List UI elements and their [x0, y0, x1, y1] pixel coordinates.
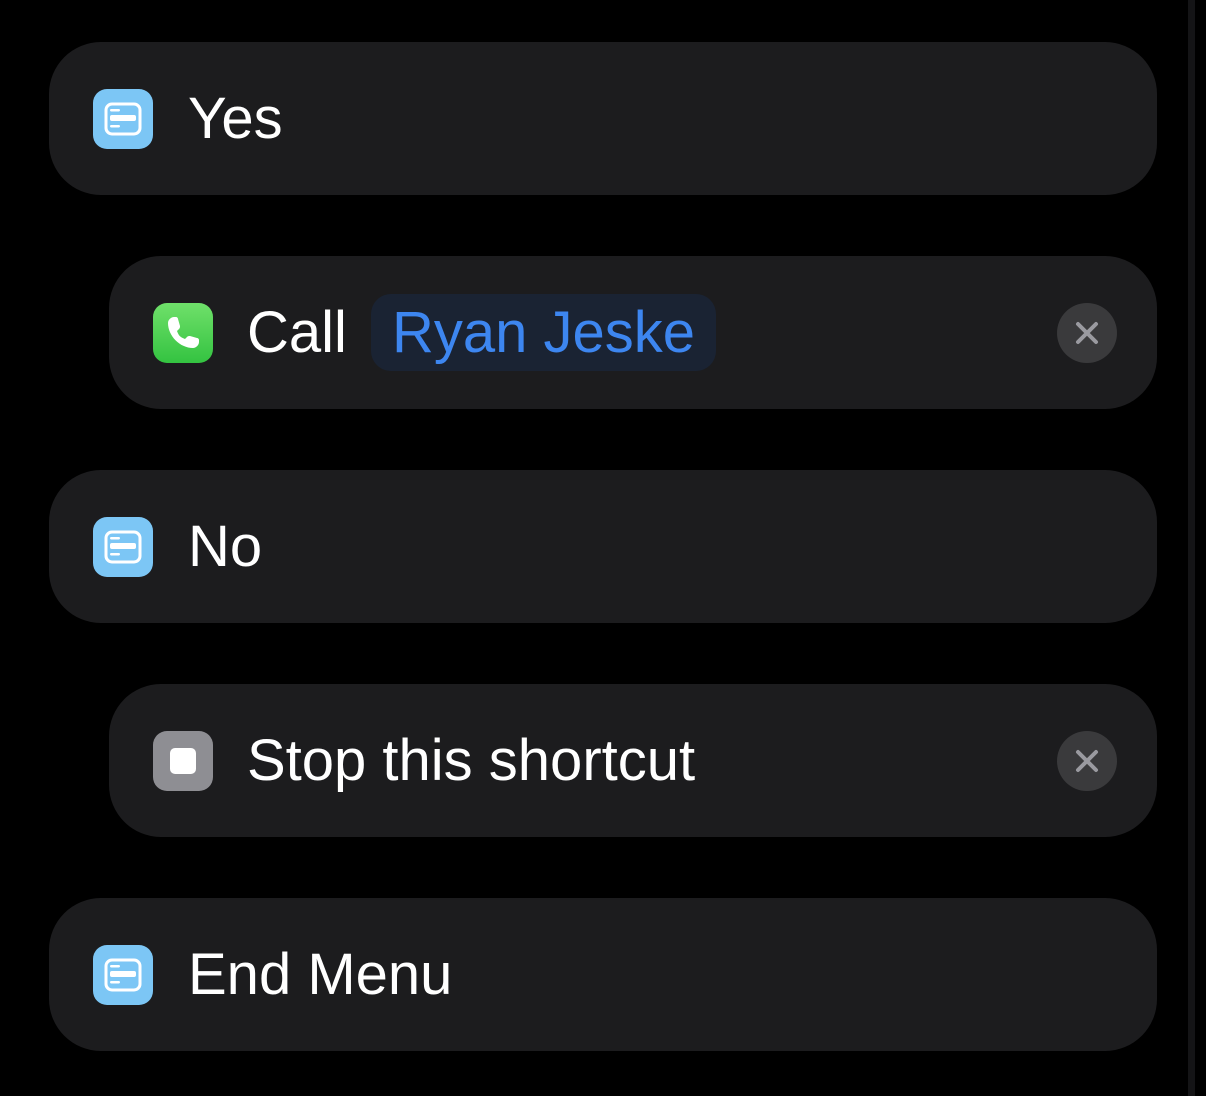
stop-shortcut-action-card[interactable]: Stop this shortcut: [109, 684, 1157, 837]
remove-action-button[interactable]: [1057, 731, 1117, 791]
menu-item-yes-card[interactable]: Yes: [49, 42, 1157, 195]
action-label: Stop this shortcut: [247, 728, 696, 793]
phone-icon: [153, 303, 213, 363]
menu-item-no-card[interactable]: No: [49, 470, 1157, 623]
close-icon: [1076, 322, 1098, 344]
action-label: Call: [247, 300, 347, 365]
contact-token[interactable]: Ryan Jeske: [371, 294, 717, 371]
menu-item-label: End Menu: [188, 942, 453, 1007]
menu-icon: [93, 89, 153, 149]
close-icon: [1076, 750, 1098, 772]
menu-icon: [93, 945, 153, 1005]
menu-icon: [93, 517, 153, 577]
call-action-card[interactable]: Call Ryan Jeske: [109, 256, 1157, 409]
stop-icon: [153, 731, 213, 791]
end-menu-card[interactable]: End Menu: [49, 898, 1157, 1051]
menu-item-label: Yes: [188, 86, 283, 151]
remove-action-button[interactable]: [1057, 303, 1117, 363]
scroll-edge: [1188, 0, 1195, 1096]
menu-item-label: No: [188, 514, 263, 579]
